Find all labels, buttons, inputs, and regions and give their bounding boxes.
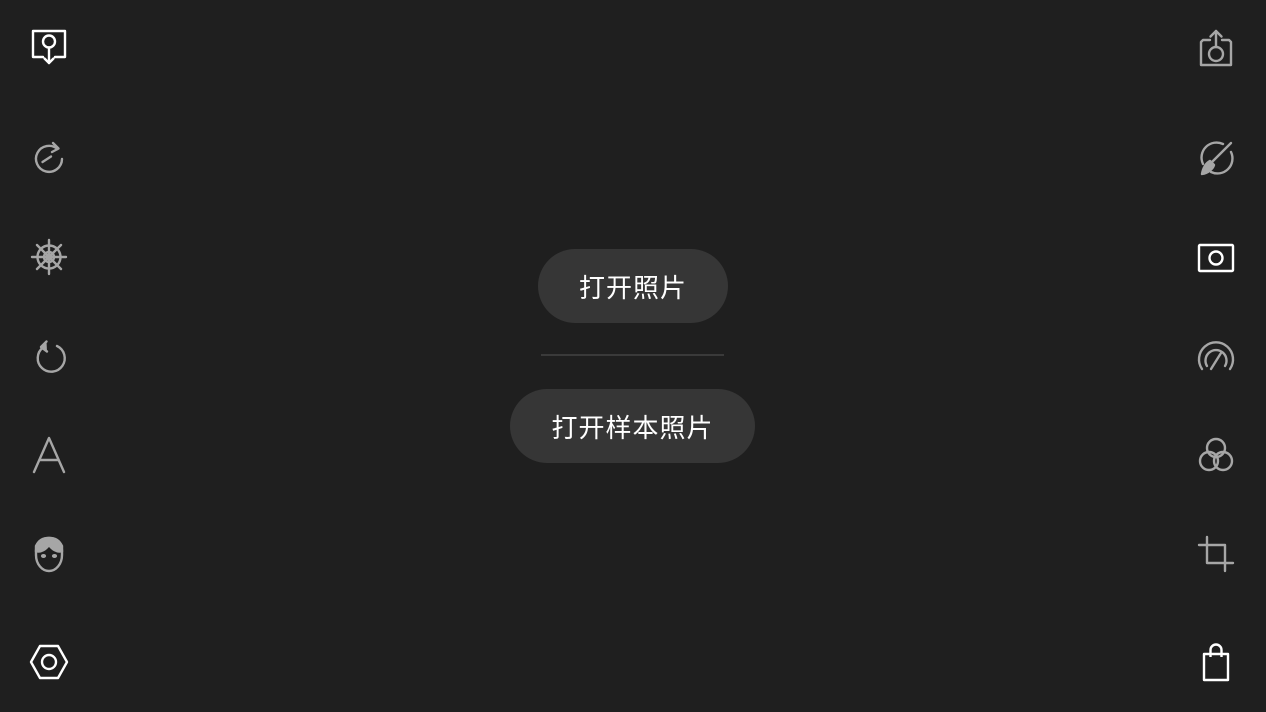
center-actions: 打开照片 打开样本照片 [0, 0, 1266, 712]
crop-button[interactable] [1192, 530, 1240, 578]
open-photo-button[interactable]: 打开照片 [538, 249, 728, 323]
divider [541, 354, 724, 356]
photo-frame-button[interactable] [1192, 234, 1240, 282]
color-mix-button[interactable] [1192, 431, 1240, 479]
color-mix-icon [1198, 437, 1234, 472]
gauge-button[interactable] [1192, 333, 1240, 381]
crop-icon [1197, 535, 1235, 573]
gauge-icon [1197, 341, 1235, 371]
shopping-bag-icon [1202, 643, 1230, 682]
share-button[interactable] [1192, 24, 1240, 72]
photo-frame-icon [1197, 243, 1235, 273]
app-screen: 打开照片 打开样本照片 [0, 0, 1266, 712]
brush-icon [1200, 141, 1234, 176]
open-sample-photo-button[interactable]: 打开样本照片 [510, 389, 755, 463]
store-button[interactable] [1192, 638, 1240, 686]
share-icon [1199, 29, 1233, 67]
brush-button[interactable] [1192, 134, 1240, 182]
